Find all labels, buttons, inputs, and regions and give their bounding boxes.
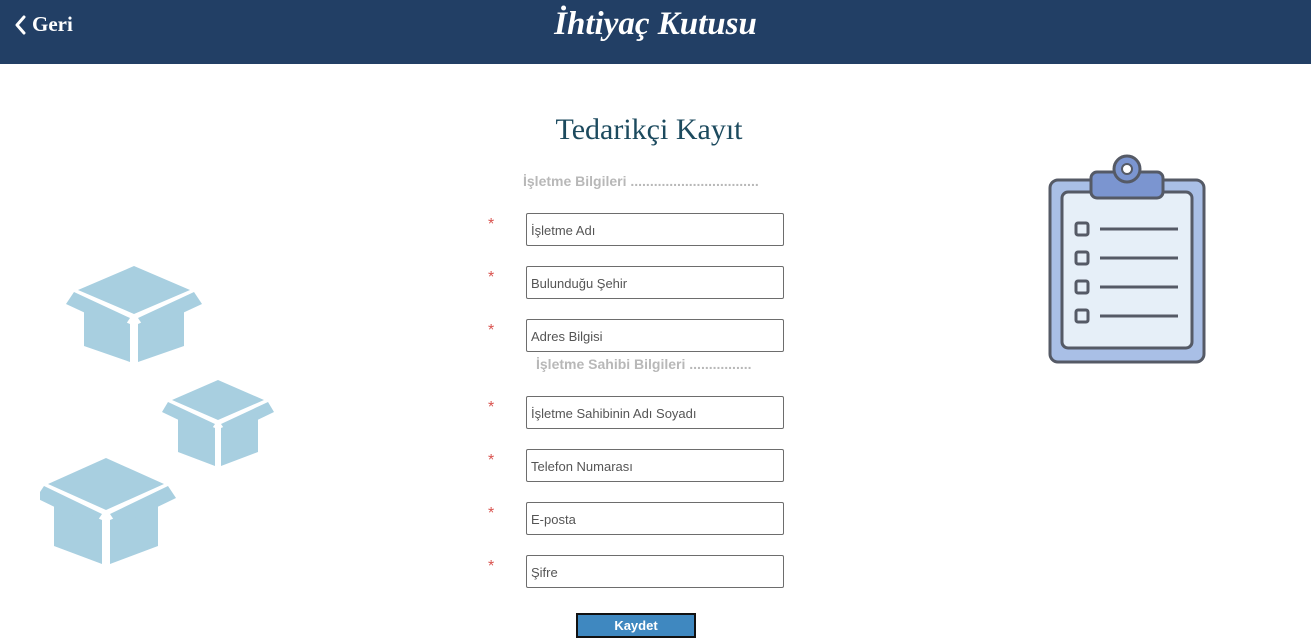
clipboard-checklist-illustration <box>1048 154 1206 364</box>
app-title: İhtiyaç Kutusu <box>554 6 757 42</box>
save-button[interactable]: Kaydet <box>576 613 696 638</box>
address-input[interactable] <box>526 319 784 352</box>
box-top <box>66 266 202 362</box>
top-navbar: Geri İhtiyaç Kutusu <box>0 0 1311 64</box>
owner-info-heading: İşletme Sahibi Bilgileri ...............… <box>536 356 752 372</box>
boxes-illustration <box>40 266 274 564</box>
required-marker: * <box>488 558 495 575</box>
owner-name-input[interactable] <box>526 396 784 429</box>
city-input[interactable] <box>526 266 784 299</box>
box-bottom <box>40 458 176 564</box>
required-marker: * <box>488 505 495 522</box>
phone-input[interactable] <box>526 449 784 482</box>
business-name-input[interactable] <box>526 213 784 246</box>
required-marker: * <box>488 399 495 416</box>
email-input[interactable] <box>526 502 784 535</box>
required-marker: * <box>488 216 495 233</box>
required-marker: * <box>488 269 495 286</box>
password-input[interactable] <box>526 555 784 588</box>
business-info-heading: İşletme Bilgileri ......................… <box>523 173 759 189</box>
required-marker: * <box>488 322 495 339</box>
box-middle <box>162 380 274 466</box>
required-marker: * <box>488 452 495 469</box>
page-title: Tedarikçi Kayıt <box>555 113 743 146</box>
